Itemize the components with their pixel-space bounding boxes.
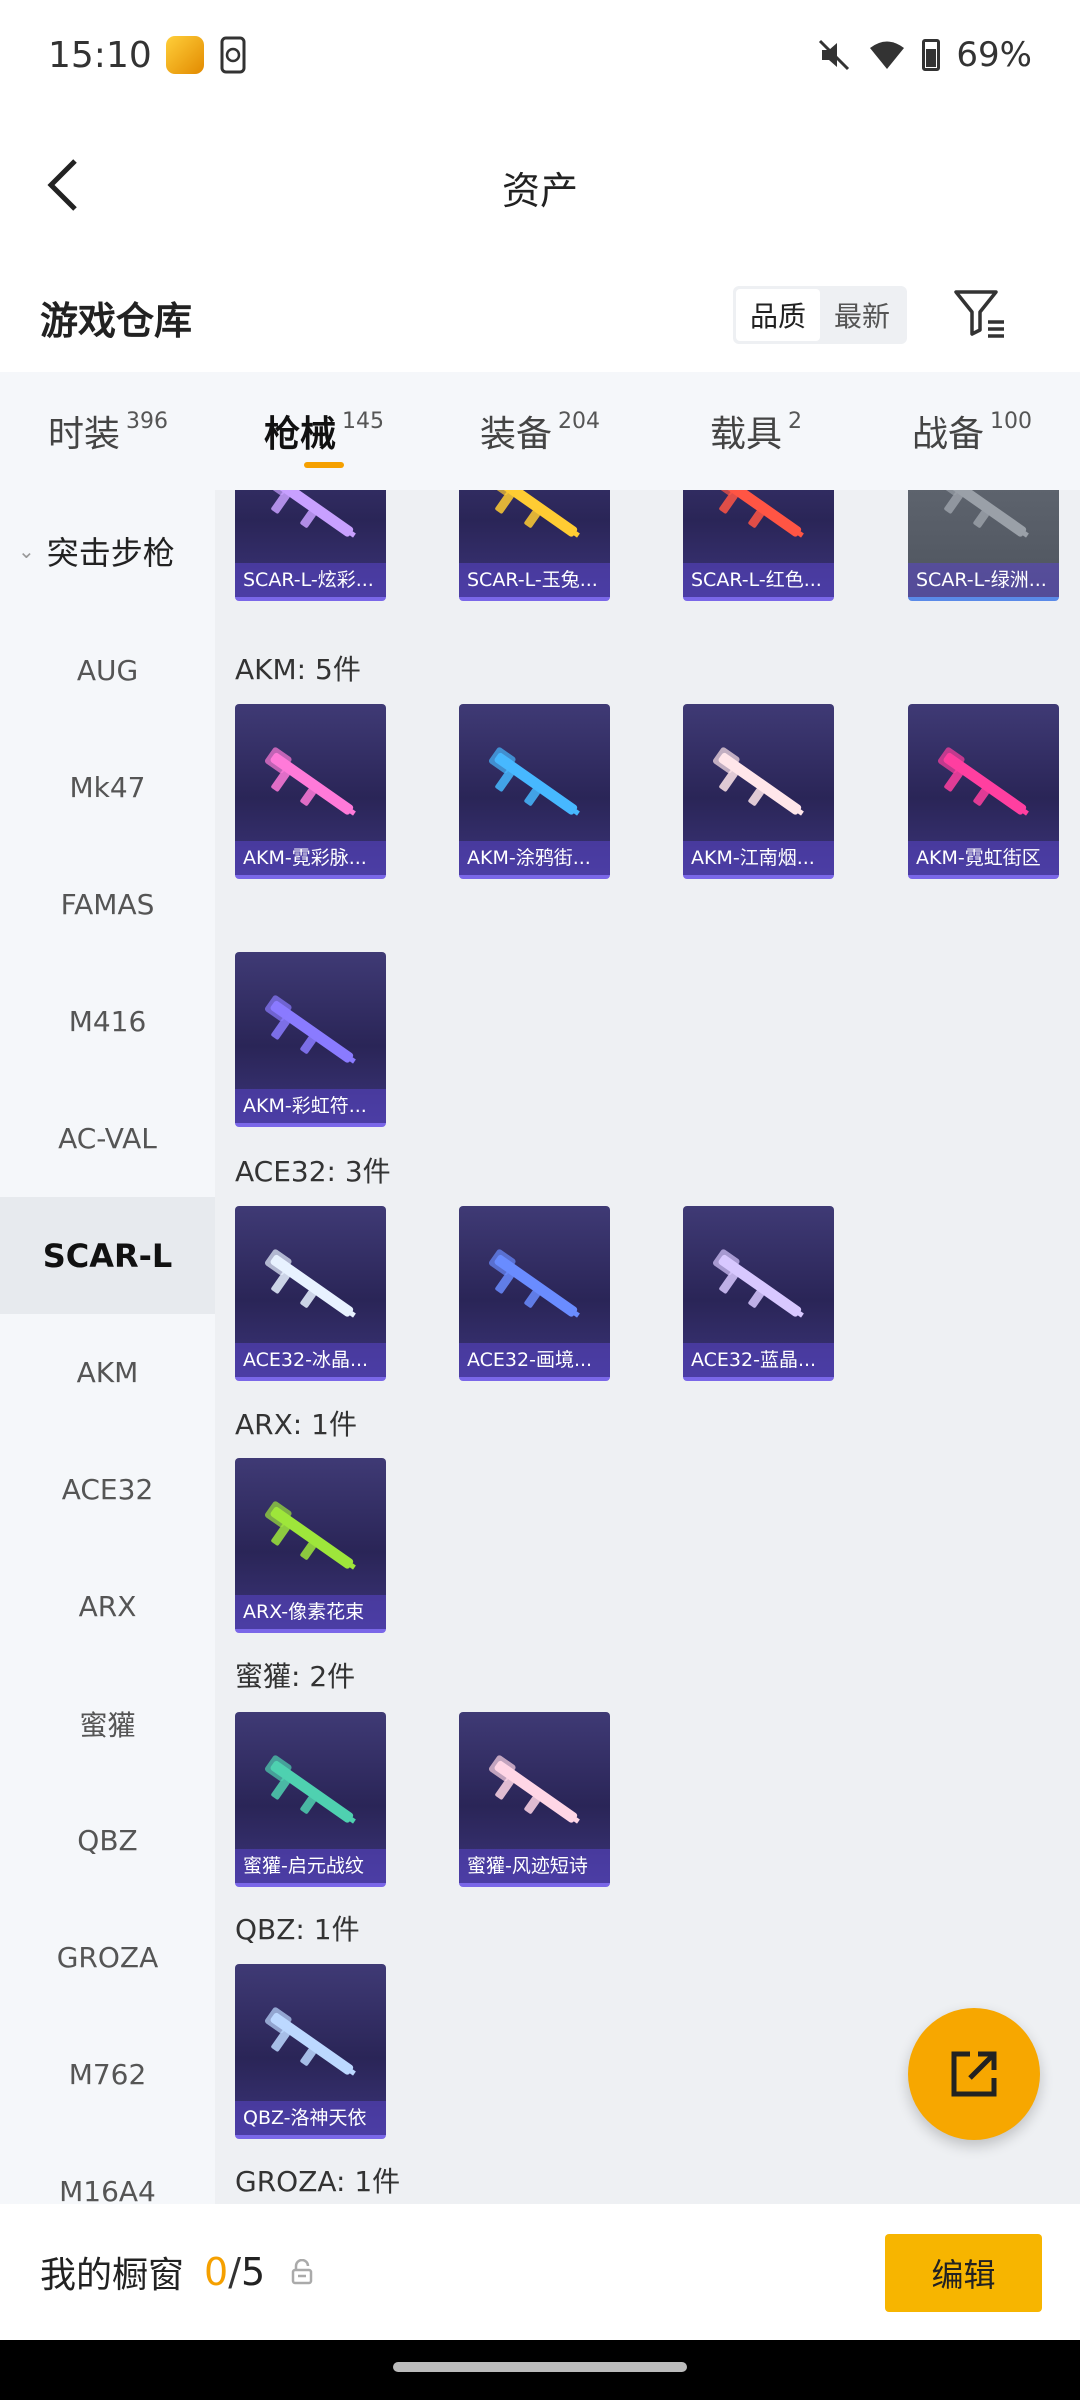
tab-weapons[interactable]: 枪械 145 [216, 372, 432, 490]
gun-icon [257, 2000, 365, 2090]
system-nav-bar [0, 2340, 1080, 2400]
status-bar: 15:10 69% [0, 0, 1080, 110]
gun-icon [257, 490, 365, 552]
skin-card[interactable]: SCAR-L-红色... [683, 490, 834, 601]
sidebar-item[interactable]: AC-VAL [0, 1080, 215, 1197]
sidebar-item[interactable]: ACE32 [0, 1431, 215, 1548]
sort-newest[interactable]: 最新 [820, 289, 904, 341]
gun-icon [257, 988, 365, 1078]
sidebar-item[interactable]: 蜜獾 [0, 1665, 215, 1782]
filter-icon [954, 290, 1004, 338]
wifi-icon [870, 41, 905, 69]
weapon-type-sidebar: ⌄ 突击步枪 AUG Mk47 FAMAS M416 AC-VAL SCAR-L… [0, 490, 215, 2204]
filter-button[interactable] [950, 284, 1010, 344]
showcase-bar: 我的橱窗 0/5 编辑 [0, 2204, 1080, 2340]
sort-quality[interactable]: 品质 [736, 289, 821, 341]
game-app-icon [165, 36, 204, 74]
skin-card[interactable]: SCAR-L-绿洲... [908, 490, 1059, 601]
gun-icon [930, 740, 1038, 830]
tab-equipment[interactable]: 装备 204 [432, 372, 648, 490]
skin-card[interactable]: AKM-彩虹符... [235, 952, 386, 1127]
showcase-label: 我的橱窗 [40, 2255, 185, 2296]
gun-icon [481, 740, 589, 830]
skin-card[interactable]: ACE32-冰晶... [235, 1206, 386, 1381]
skin-list: SCAR-L-炫彩... SCAR-L-玉兔... SCAR-L-红色... S… [215, 490, 1080, 2204]
skin-card[interactable]: ACE32-蓝晶... [683, 1206, 834, 1381]
gun-icon [257, 1494, 365, 1584]
home-handle[interactable] [393, 2362, 687, 2372]
skin-card[interactable]: ARX-像素花束 [235, 1458, 386, 1633]
edit-button[interactable]: 编辑 [885, 2234, 1042, 2312]
sidebar-item[interactable]: Mk47 [0, 729, 215, 846]
app-header: 资产 [0, 110, 1080, 260]
sidebar-item[interactable]: M762 [0, 2016, 215, 2133]
group-label: 蜜獾: 2件 [235, 1660, 356, 1693]
skin-card[interactable]: ACE32-画境... [459, 1206, 610, 1381]
sidebar-category-label: 突击步枪 [46, 534, 175, 572]
sidebar-item[interactable]: QBZ [0, 1782, 215, 1899]
gun-icon [705, 1242, 813, 1332]
section-row: 游戏仓库 品质 最新 [0, 260, 1080, 372]
section-title: 游戏仓库 [40, 299, 193, 343]
showcase-count: 0/5 [204, 2250, 266, 2294]
skin-card[interactable]: SCAR-L-炫彩... [235, 490, 386, 601]
battery-icon [922, 39, 941, 71]
skin-card[interactable]: 蜜獾-风迹短诗 [459, 1712, 610, 1887]
group-label: QBZ: 1件 [235, 1913, 360, 1946]
skin-card[interactable]: QBZ-洛神天依 [235, 1964, 386, 2139]
share-fab-button[interactable] [908, 2008, 1040, 2140]
gun-icon [705, 490, 813, 552]
sidebar-item[interactable]: M416 [0, 963, 215, 1080]
sidebar-category-assault-rifle[interactable]: ⌄ 突击步枪 [0, 490, 215, 612]
battery-percent: 69% [956, 35, 1032, 75]
group-label: ARX: 1件 [235, 1408, 357, 1441]
sidebar-item[interactable]: AUG [0, 612, 215, 729]
gun-icon [481, 1242, 589, 1332]
page-title: 资产 [501, 169, 578, 213]
skin-card[interactable]: AKM-霓虹街区 [908, 704, 1059, 879]
skin-card[interactable]: SCAR-L-玉兔... [459, 490, 610, 601]
gun-icon [705, 740, 813, 830]
skin-card[interactable]: 蜜獾-启元战纹 [235, 1712, 386, 1887]
tab-vehicles[interactable]: 载具 2 [648, 372, 864, 490]
group-label: AKM: 5件 [235, 653, 361, 686]
sidebar-item[interactable]: GROZA [0, 1899, 215, 2016]
skin-card[interactable]: AKM-江南烟... [683, 704, 834, 879]
phone-sync-icon [220, 36, 246, 74]
skin-card[interactable]: AKM-霓彩脉... [235, 704, 386, 879]
chevron-down-icon: ⌄ [18, 539, 35, 563]
lock-icon [291, 2259, 313, 2285]
mute-icon [819, 39, 850, 71]
sidebar-item[interactable]: M16A4 [0, 2133, 215, 2204]
gun-icon [257, 1242, 365, 1332]
gun-icon [481, 490, 589, 552]
sidebar-item-selected[interactable]: SCAR-L [0, 1197, 215, 1314]
gun-icon [257, 740, 365, 830]
group-label: GROZA: 1件 [235, 2165, 401, 2198]
category-tabs: 时装 396 枪械 145 装备 204 载具 2 战备 100 [0, 372, 1080, 490]
tab-fashion[interactable]: 时装 396 [0, 372, 216, 490]
status-time: 15:10 [48, 34, 152, 76]
gun-icon [257, 1748, 365, 1838]
gun-icon [481, 1748, 589, 1838]
sidebar-item[interactable]: AKM [0, 1314, 215, 1431]
sidebar-item[interactable]: ARX [0, 1548, 215, 1665]
share-external-icon [951, 2051, 997, 2097]
sort-toggle: 品质 最新 [733, 286, 908, 344]
gun-icon [930, 490, 1038, 552]
sidebar-item[interactable]: FAMAS [0, 846, 215, 963]
tab-supplies[interactable]: 战备 100 [864, 372, 1080, 490]
group-label: ACE32: 3件 [235, 1155, 391, 1188]
skin-card[interactable]: AKM-涂鸦街... [459, 704, 610, 879]
